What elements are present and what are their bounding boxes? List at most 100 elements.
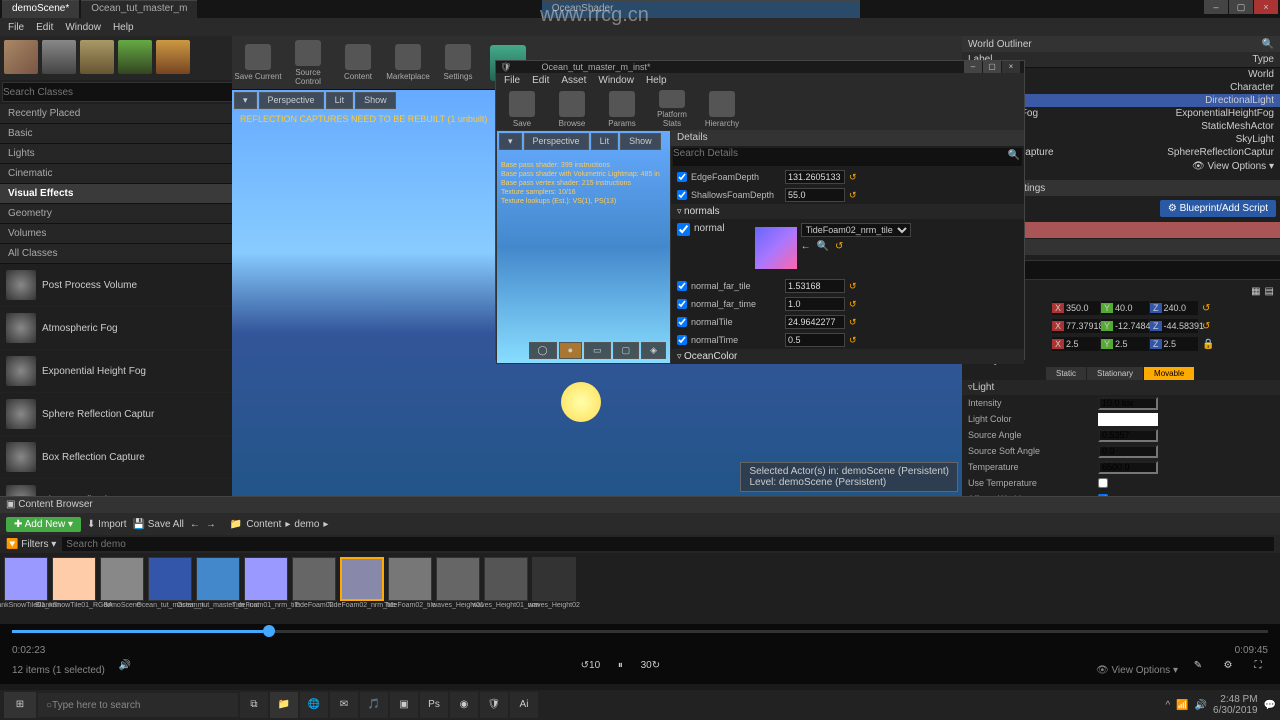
asset-item[interactable]: TideFoam02_nrm_tile — [340, 557, 384, 618]
loc-y-input[interactable]: 40.0 — [1101, 301, 1149, 315]
app-icon[interactable]: Ai — [510, 692, 538, 718]
mat-menu-file[interactable]: File — [504, 75, 520, 86]
prop-input[interactable] — [1098, 445, 1158, 458]
reset-icon[interactable]: ↺ — [849, 190, 861, 201]
param-checkbox[interactable] — [677, 190, 687, 200]
forward-button[interactable]: → — [206, 519, 216, 530]
paint-mode-icon[interactable] — [42, 40, 76, 74]
notifications-icon[interactable]: 💬 — [1264, 700, 1276, 711]
loc-z-input[interactable]: 240.0 — [1150, 301, 1198, 315]
param-input[interactable] — [785, 297, 845, 311]
actor-item[interactable]: Box Reflection Capture — [0, 436, 232, 479]
param-checkbox[interactable] — [677, 281, 687, 291]
task-view-icon[interactable]: ⧉ — [240, 692, 268, 718]
reset-icon[interactable]: ↺ — [835, 241, 843, 252]
param-input[interactable] — [785, 170, 845, 184]
cat-visual-effects[interactable]: Visual Effects — [0, 184, 232, 204]
browse-icon[interactable]: 🔍 — [817, 241, 829, 252]
reset-icon[interactable]: ↺ — [1202, 321, 1210, 332]
reset-icon[interactable]: ↺ — [849, 299, 861, 310]
actor-item[interactable]: Planar Reflection — [0, 479, 232, 496]
import-button[interactable]: ⬇ Import — [87, 519, 127, 530]
start-button[interactable]: ⊞ — [4, 692, 36, 718]
close-button[interactable]: × — [1254, 0, 1278, 14]
asset-item[interactable]: TideFoam02_tile — [388, 557, 432, 618]
mat-vp-dropdown[interactable]: ▾ — [499, 133, 522, 150]
app-icon[interactable]: ✉ — [330, 692, 358, 718]
path-seg[interactable]: Content — [246, 519, 281, 530]
sound-icon[interactable]: 🔊 — [1195, 700, 1207, 711]
cat-geometry[interactable]: Geometry — [0, 204, 232, 224]
tab-material[interactable]: Ocean_tut_master_m — [81, 0, 197, 18]
cat-all[interactable]: All Classes — [0, 244, 232, 264]
mat-vp-lit[interactable]: Lit — [591, 133, 619, 150]
mesh-icon[interactable]: ◈ — [641, 342, 666, 359]
sun-gizmo-icon[interactable] — [561, 382, 601, 422]
menu-window[interactable]: Window — [65, 22, 101, 33]
search-classes-input[interactable] — [2, 82, 234, 102]
foliage-mode-icon[interactable] — [118, 40, 152, 74]
settings-button[interactable]: Settings — [434, 38, 482, 87]
reset-icon[interactable]: ↺ — [849, 335, 861, 346]
pause-icon[interactable]: ⏸ — [610, 660, 630, 680]
menu-help[interactable]: Help — [113, 22, 134, 33]
vp-show-button[interactable]: Show — [355, 92, 396, 109]
vp-perspective-button[interactable]: Perspective — [259, 92, 324, 109]
mat-save-button[interactable]: Save — [498, 90, 546, 128]
minimize-button[interactable]: – — [1204, 0, 1228, 14]
menu-edit[interactable]: Edit — [36, 22, 53, 33]
sphere-icon[interactable]: ● — [559, 342, 582, 359]
view-options-button[interactable]: 👁 View Options ▾ — [1096, 665, 1178, 676]
texture-thumb[interactable] — [755, 227, 797, 269]
mat-menu-edit[interactable]: Edit — [532, 75, 549, 86]
landscape-mode-icon[interactable] — [80, 40, 114, 74]
mat-menu-asset[interactable]: Asset — [561, 75, 586, 86]
app-icon[interactable]: Ps — [420, 692, 448, 718]
cat-recent[interactable]: Recently Placed — [0, 104, 232, 124]
cb-header[interactable]: ▣ Content Browser — [0, 497, 1280, 513]
back-button[interactable]: ← — [190, 519, 200, 530]
oceancolor-section[interactable]: ▿ OceanColor — [671, 349, 1024, 364]
loc-x-input[interactable]: 350.0 — [1052, 301, 1100, 315]
asset-item[interactable]: BlankSnowTile01_RGBA — [52, 557, 96, 618]
mat-vp-perspective[interactable]: Perspective — [524, 133, 589, 150]
texture-dropdown[interactable]: TideFoam02_nrm_tile — [801, 223, 911, 237]
mat-max-button[interactable]: ▢ — [983, 61, 1001, 73]
cube-icon[interactable]: ▢ — [613, 342, 640, 359]
scl-z-input[interactable]: 2.5 — [1150, 337, 1198, 351]
scl-x-input[interactable]: 2.5 — [1052, 337, 1100, 351]
tab-scene[interactable]: demoScene* — [2, 0, 79, 18]
lock-icon[interactable]: 🔒 — [1202, 339, 1214, 350]
filters-button[interactable]: 🔽 Filters ▾ — [6, 539, 56, 550]
plane-icon[interactable]: ▭ — [584, 342, 611, 359]
maximize-button[interactable]: ▢ — [1229, 0, 1253, 14]
scrubber[interactable] — [0, 624, 1280, 645]
marketplace-button[interactable]: Marketplace — [384, 38, 432, 87]
cat-volumes[interactable]: Volumes — [0, 224, 232, 244]
actor-item[interactable]: Atmospheric Fog — [0, 307, 232, 350]
param-input[interactable] — [785, 315, 845, 329]
mat-close-button[interactable]: × — [1002, 61, 1020, 73]
prop-input[interactable] — [1098, 461, 1158, 474]
app-icon[interactable]: ◉ — [450, 692, 478, 718]
normal-checkbox[interactable] — [677, 223, 690, 236]
normals-section[interactable]: ▿ normals — [671, 204, 1024, 219]
prop-input[interactable] — [1098, 429, 1158, 442]
mat-browse-button[interactable]: Browse — [548, 90, 596, 128]
mob-stationary[interactable]: Stationary — [1087, 367, 1143, 380]
app-icon[interactable]: 🛡 — [480, 692, 508, 718]
search-icon[interactable]: 🔍 — [1262, 39, 1274, 50]
col-type[interactable]: Type — [1252, 54, 1274, 65]
asset-item[interactable]: waves_Height01_nrm — [484, 557, 528, 618]
outliner-header[interactable]: World Outliner🔍 — [962, 36, 1280, 52]
actor-item[interactable]: Sphere Reflection Captur — [0, 393, 232, 436]
app-icon[interactable]: 🎵 — [360, 692, 388, 718]
volume-icon[interactable]: 🔊 — [115, 660, 135, 680]
fullscreen-icon[interactable]: ⛶ — [1248, 660, 1268, 680]
geometry-mode-icon[interactable] — [156, 40, 190, 74]
place-mode-icon[interactable] — [4, 40, 38, 74]
app-icon[interactable]: ▣ — [390, 692, 418, 718]
cylinder-icon[interactable]: ◯ — [529, 342, 557, 359]
save-button[interactable]: Save Current — [234, 38, 282, 87]
path-seg[interactable]: demo — [294, 519, 319, 530]
